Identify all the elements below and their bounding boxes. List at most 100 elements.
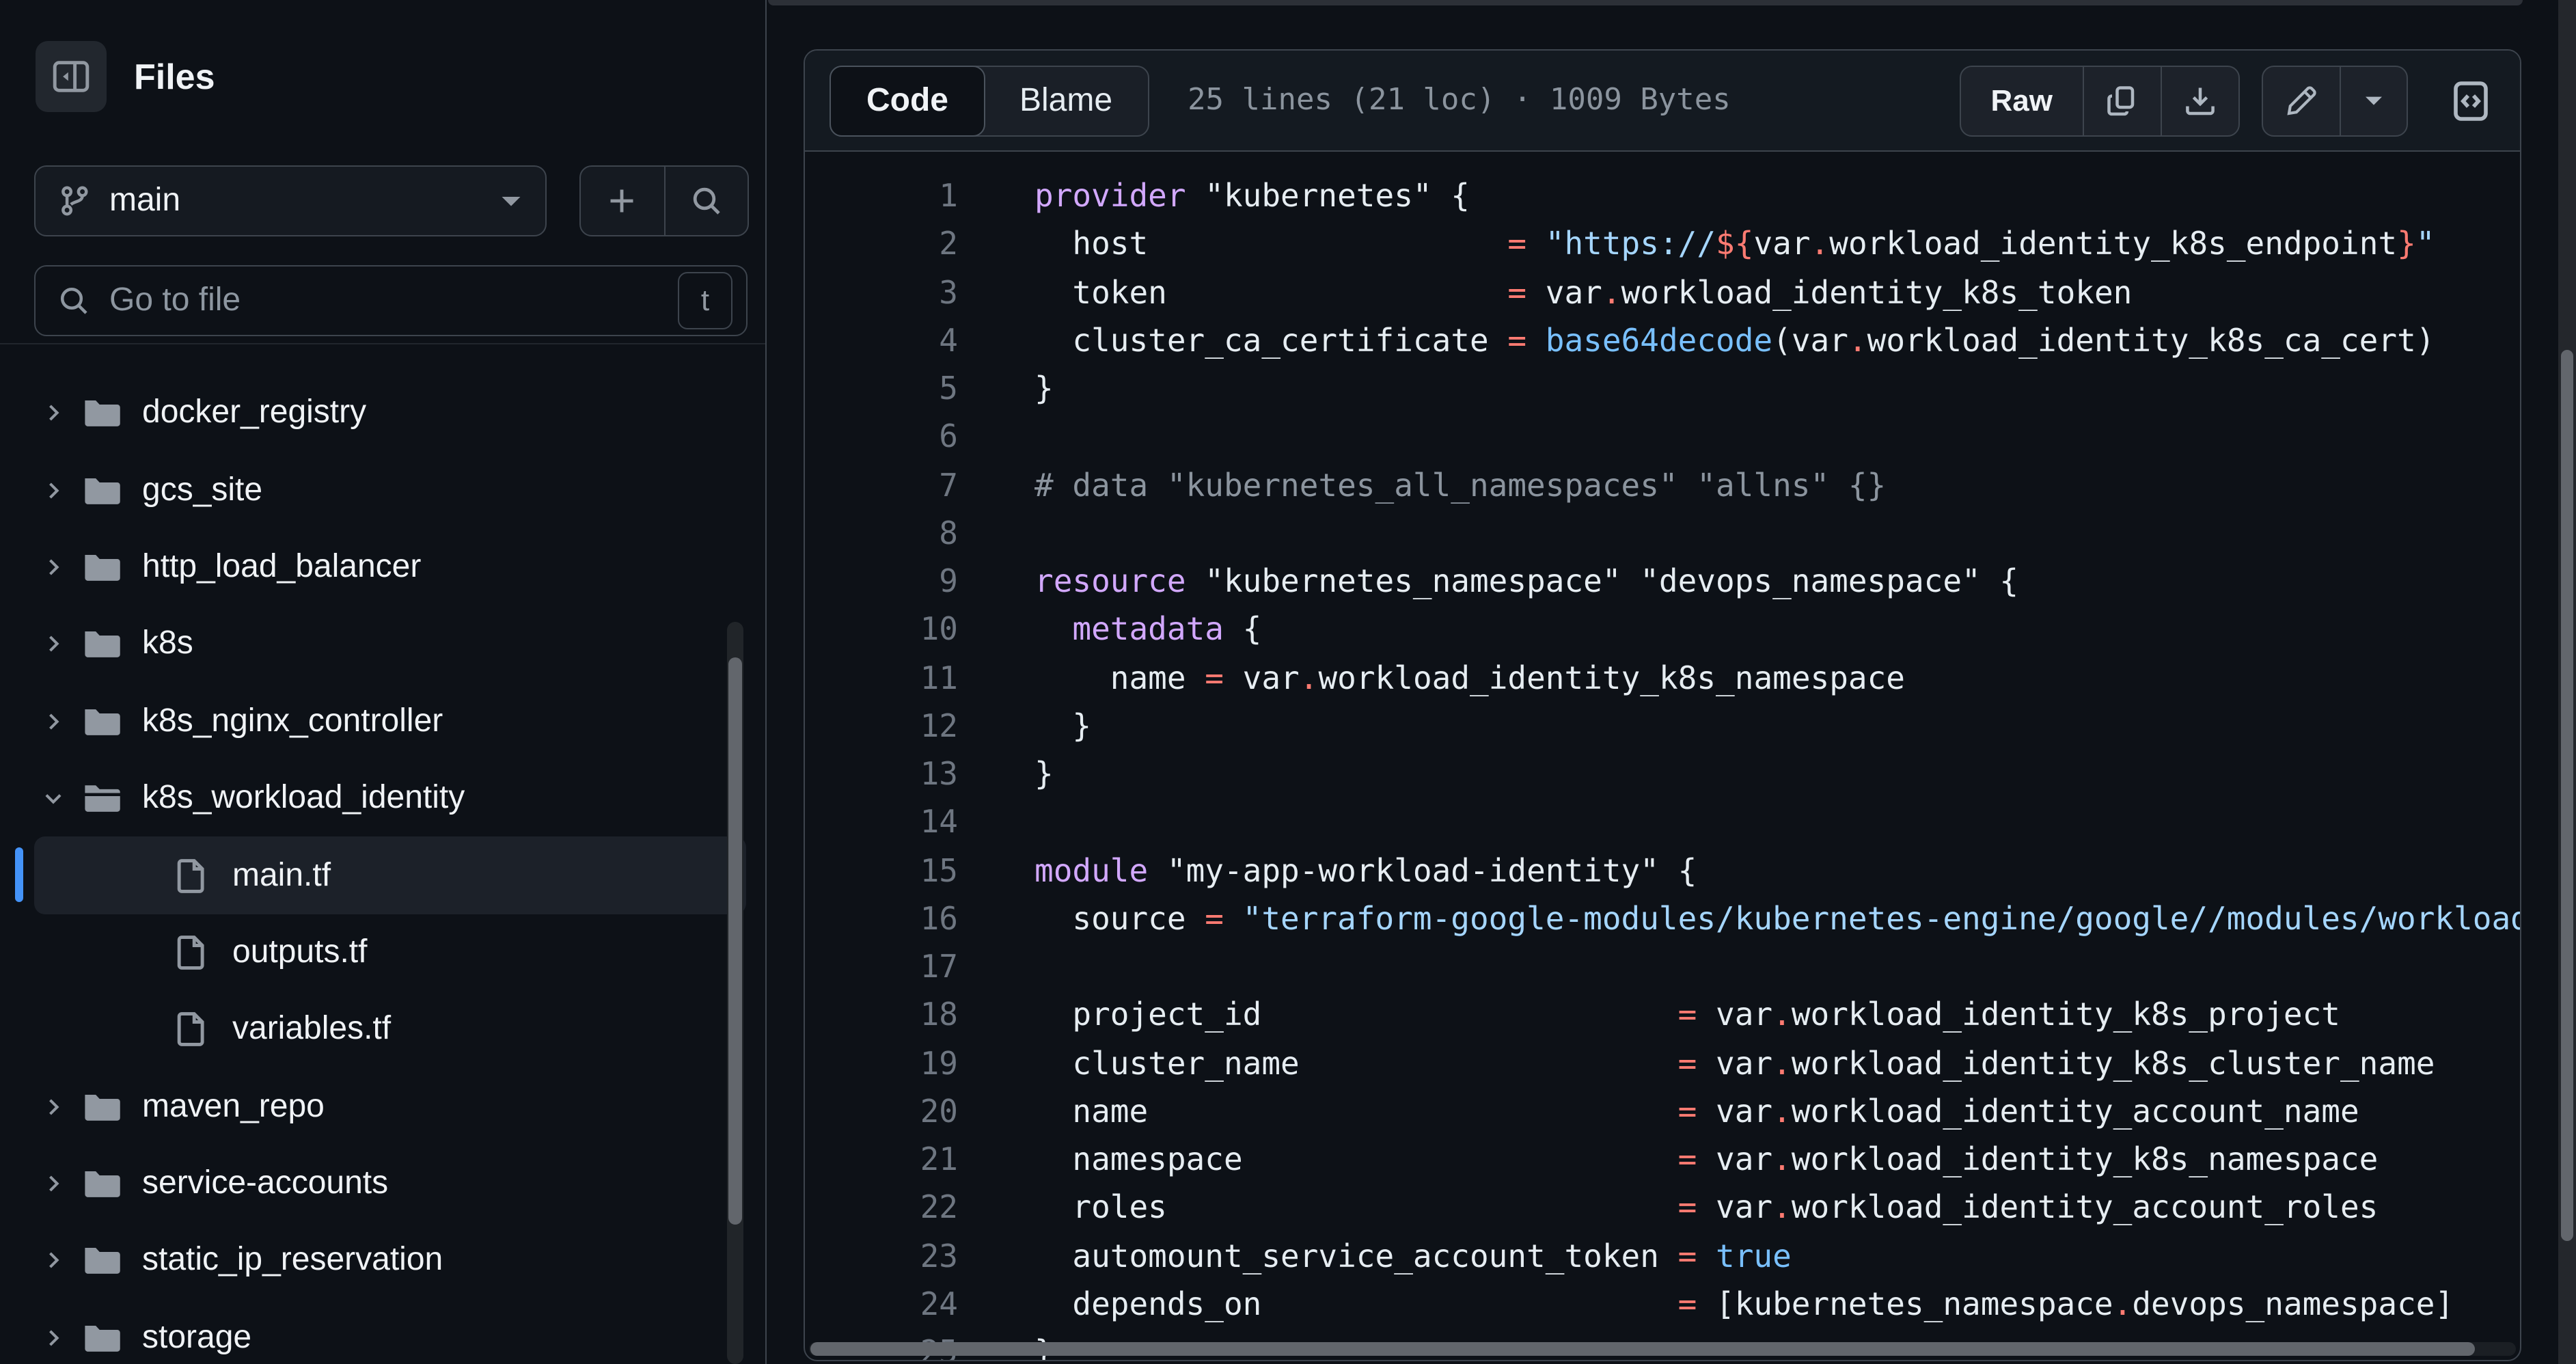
tree-item-service-accounts[interactable]: service-accounts [0,1145,765,1223]
code-token: var [1753,228,1810,263]
chevron-right-icon[interactable] [33,478,74,502]
raw-button[interactable]: Raw [1961,66,2083,135]
line-number[interactable]: 19 [805,1041,958,1089]
new-file-button[interactable] [581,167,663,235]
tab-blame[interactable]: Blame [984,65,1148,136]
line-number[interactable]: 1 [805,174,958,222]
chevron-right-icon[interactable] [33,1171,74,1196]
tree-item-gcs_site[interactable]: gcs_site [0,452,765,529]
code-line-content: provider "kubernetes" { [958,174,1470,222]
code-token: var [1546,275,1602,311]
tree-item-static_ip_reservation[interactable]: static_ip_reservation [0,1223,765,1300]
tree-header-actions [579,165,749,236]
download-button[interactable] [2161,66,2238,135]
line-number[interactable]: 20 [805,1089,958,1138]
line-number[interactable]: 11 [805,655,958,704]
code-line-content: } [958,366,1054,415]
code-token: var [1716,1143,1772,1178]
sidebar-scrollbar-thumb[interactable] [728,657,742,1225]
chevron-right-icon[interactable] [33,1094,74,1119]
tree-item-docker_registry[interactable]: docker_registry [0,374,765,452]
tree-item-label: static_ip_reservation [142,1242,443,1280]
repo-code-page: Files main [0,0,2576,1364]
tree-item-label: service-accounts [142,1164,388,1203]
code-line: 10 metadata { [805,608,2520,656]
line-number[interactable]: 24 [805,1282,958,1331]
line-number[interactable]: 8 [805,511,958,560]
code-line-content: module "my-app-workload-identity" { [958,848,1697,897]
line-number[interactable]: 3 [805,270,958,318]
line-number[interactable]: 13 [805,752,958,800]
line-number[interactable]: 5 [805,366,958,415]
chevron-right-icon[interactable] [33,709,74,734]
collapse-sidebar-button[interactable] [36,41,107,112]
line-number[interactable]: 10 [805,608,958,656]
window-scrollbar-thumb[interactable] [2561,350,2573,1241]
folder-icon [79,1086,123,1127]
chevron-right-icon[interactable] [33,632,74,657]
code-token: roles [1034,1191,1678,1227]
code-line-content: } [958,752,1054,800]
tree-item-main.tf[interactable]: main.tf [34,837,746,914]
code-token: = [1678,1239,1716,1274]
code-line: 16 source = "terraform-google-modules/ku… [805,897,2520,945]
line-number[interactable]: 6 [805,415,958,463]
branch-selector[interactable]: main [34,165,547,236]
line-number[interactable]: 7 [805,463,958,511]
tree-item-k8s[interactable]: k8s [0,605,765,683]
code-token: "my-app-workload-identity" { [1148,854,1697,889]
code-token: . [1772,1143,1792,1178]
copy-button[interactable] [2083,66,2161,135]
tree-item-k8s_workload_identity[interactable]: k8s_workload_identity [0,760,765,837]
copy-icon [2106,84,2139,117]
code-token: var [1243,661,1300,696]
tree-item-label: outputs.tf [232,933,367,972]
file-tree-sidebar: Files main [0,0,767,1364]
edit-button[interactable] [2263,66,2340,135]
chevron-right-icon[interactable] [33,555,74,579]
line-number[interactable]: 17 [805,944,958,993]
tree-item-outputs.tf[interactable]: outputs.tf [0,914,765,991]
line-number[interactable]: 4 [805,318,958,367]
edit-more-button[interactable] [2340,66,2407,135]
line-number[interactable]: 18 [805,993,958,1041]
tree-item-variables.tf[interactable]: variables.tf [0,991,765,1068]
tree-item-storage[interactable]: storage [0,1299,765,1364]
tab-code[interactable]: Code [830,65,985,136]
file-icon [169,856,213,895]
chevron-down-icon[interactable] [33,786,74,810]
line-number[interactable]: 22 [805,1186,958,1234]
code-token: ${ [1716,228,1753,263]
folder-icon [79,1163,123,1204]
code-token: { [1224,613,1261,649]
line-number[interactable]: 15 [805,848,958,897]
code-token: } [1034,709,1091,745]
code-horizontal-scrollbar-thumb[interactable] [810,1342,2475,1356]
line-number[interactable]: 16 [805,897,958,945]
chevron-right-icon[interactable] [33,400,74,425]
line-number[interactable]: 21 [805,1137,958,1186]
chevron-right-icon[interactable] [33,1249,74,1273]
line-number[interactable]: 12 [805,704,958,752]
tree-item-label: maven_repo [142,1087,325,1126]
tree-item-label: gcs_site [142,471,262,509]
line-number[interactable]: 23 [805,1233,958,1282]
code-token: workload_identity_account_name [1792,1095,2359,1130]
code-blame-switch: Code Blame [830,65,1149,136]
line-number[interactable]: 9 [805,559,958,608]
line-number[interactable]: 2 [805,222,958,271]
tree-item-k8s_nginx_controller[interactable]: k8s_nginx_controller [0,683,765,760]
line-number[interactable]: 14 [805,800,958,849]
folder-icon [79,469,123,510]
go-to-file-input[interactable] [107,280,678,321]
chevron-right-icon[interactable] [33,1326,74,1350]
search-tree-button[interactable] [663,167,748,235]
tree-item-maven_repo[interactable]: maven_repo [0,1068,765,1145]
code-token: depends_on [1034,1287,1678,1323]
tree-item-http_load_balancer[interactable]: http_load_balancer [0,529,765,606]
symbols-panel-button[interactable] [2446,79,2495,122]
code-token: base64decode [1546,324,1772,359]
code-token: . [1772,998,1792,1034]
code-line-content: name = var.workload_identity_k8s_namespa… [958,655,1905,704]
code-token: workload_identity_k8s_cluster_name [1792,1046,2435,1082]
